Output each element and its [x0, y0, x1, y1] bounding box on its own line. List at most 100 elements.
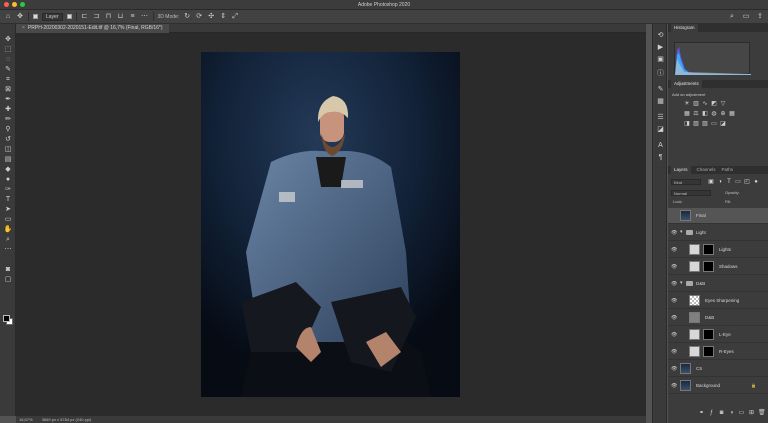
eye-icon[interactable]: 👁 — [671, 281, 677, 287]
path-selection-tool-icon[interactable]: ➤ — [3, 206, 13, 214]
history-panel-icon[interactable]: ⟲ — [656, 32, 665, 40]
layer-row[interactable]: 👁 Background 🔒 — [668, 378, 768, 394]
healing-brush-tool-icon[interactable]: ✚ — [3, 106, 13, 114]
character-panel-icon[interactable]: A — [656, 142, 665, 150]
align-top-icon[interactable]: ⊔ — [117, 13, 125, 21]
move-tool-icon[interactable]: ✥ — [16, 13, 24, 21]
layer-name[interactable]: Eyes Sharpening — [705, 298, 739, 303]
delete-layer-icon[interactable]: 🗑 — [758, 410, 766, 417]
lasso-tool-icon[interactable]: ◌ — [3, 56, 13, 64]
tab-layers[interactable]: Layers — [671, 166, 691, 174]
align-left-icon[interactable]: ⊏ — [81, 13, 89, 21]
history-brush-tool-icon[interactable]: ↺ — [3, 136, 13, 144]
crop-tool-icon[interactable]: ⌗ — [3, 76, 13, 84]
lock-controls[interactable]: Lock: — [671, 199, 721, 205]
gradient-tool-icon[interactable]: ▤ — [3, 156, 13, 164]
eyedropper-tool-icon[interactable]: ✒ — [3, 96, 13, 104]
layer-name[interactable]: D&B — [696, 281, 705, 286]
styles-panel-icon[interactable]: ◪ — [656, 126, 665, 134]
eye-icon[interactable]: 👁 — [671, 349, 677, 355]
adjustment-thumbnail[interactable] — [689, 261, 700, 272]
layer-row[interactable]: 👁 Lights — [668, 242, 768, 258]
filter-shape-icon[interactable]: ▭ — [735, 179, 741, 185]
paragraph-panel-icon[interactable]: ¶ — [656, 154, 665, 162]
brush-settings-icon[interactable]: ✎ — [656, 86, 665, 94]
pen-tool-icon[interactable]: ✑ — [3, 186, 13, 194]
fill-control[interactable]: Fill: — [723, 199, 765, 205]
libraries-panel-icon[interactable]: ▣ — [656, 56, 665, 64]
filter-type-icon[interactable]: T — [726, 179, 732, 185]
close-tab-icon[interactable]: × — [22, 25, 25, 31]
home-icon[interactable]: ⌂ — [4, 13, 12, 21]
layer-style-icon[interactable]: ƒ — [708, 410, 715, 417]
layer-thumbnail[interactable] — [689, 295, 700, 306]
layer-thumbnail[interactable] — [680, 380, 691, 391]
black-white-icon[interactable]: ◧ — [702, 111, 708, 117]
curves-icon[interactable]: ∿ — [702, 101, 708, 107]
mask-thumbnail[interactable] — [703, 261, 714, 272]
photo-filter-icon[interactable]: ◍ — [711, 111, 717, 117]
zoom-level[interactable]: 16,67% — [19, 417, 33, 422]
new-group-icon[interactable]: ▭ — [738, 410, 745, 417]
color-lookup-icon[interactable]: ▦ — [729, 111, 735, 117]
canvas-area[interactable] — [16, 33, 646, 416]
3d-pan-icon[interactable]: ✣ — [207, 13, 215, 21]
tab-paths[interactable]: Paths — [722, 166, 734, 174]
eye-icon[interactable]: 👁 — [671, 315, 677, 321]
type-tool-icon[interactable]: T — [3, 196, 13, 204]
eye-icon[interactable]: 👁 — [671, 332, 677, 338]
quick-mask-icon[interactable]: ◙ — [3, 266, 13, 274]
layer-thumbnail[interactable] — [680, 210, 691, 221]
3d-scale-icon[interactable]: ⤢ — [231, 13, 239, 21]
layer-name[interactable]: Lights — [719, 247, 731, 252]
layer-row[interactable]: 👁 R-Eyes — [668, 344, 768, 360]
posterize-icon[interactable]: ▧ — [693, 121, 699, 127]
eye-icon[interactable]: 👁 — [671, 383, 677, 389]
3d-roll-icon[interactable]: ⟳ — [195, 13, 203, 21]
group-expand-icon[interactable]: ▾ — [680, 280, 683, 286]
layer-name[interactable]: Light — [696, 230, 706, 235]
3d-rotate-icon[interactable]: ↻ — [183, 13, 191, 21]
actions-panel-icon[interactable]: ▶ — [656, 44, 665, 52]
eye-icon[interactable]: 👁 — [671, 366, 677, 372]
link-layers-icon[interactable]: ⚭ — [698, 410, 705, 417]
channel-mixer-icon[interactable]: ⊕ — [720, 111, 726, 117]
threshold-icon[interactable]: ▨ — [702, 121, 708, 127]
eye-icon[interactable]: 👁 — [671, 298, 677, 304]
blur-tool-icon[interactable]: ◆ — [3, 166, 13, 174]
eye-icon[interactable]: 👁 — [671, 230, 677, 236]
show-transform-checkbox[interactable] — [66, 14, 72, 19]
layer-row[interactable]: 👁 Shadows — [668, 259, 768, 275]
layer-row[interactable]: 👁 ▾ Light — [668, 225, 768, 241]
tab-histogram[interactable]: Histogram — [671, 24, 698, 32]
align-middle-icon[interactable]: ≡ — [129, 13, 137, 21]
layer-name[interactable]: CS — [696, 366, 702, 371]
brightness-contrast-icon[interactable]: ☀ — [684, 101, 690, 107]
add-mask-icon[interactable]: ◙ — [718, 410, 725, 417]
auto-select-checkbox[interactable] — [33, 14, 38, 19]
filter-adjustment-icon[interactable]: ◑ — [717, 179, 723, 185]
tab-adjustments[interactable]: Adjustments — [671, 80, 702, 88]
layer-row[interactable]: 👁 Eyes Sharpening — [668, 293, 768, 309]
layer-thumbnail[interactable] — [680, 363, 691, 374]
levels-icon[interactable]: ▥ — [693, 101, 699, 107]
layer-thumbnail[interactable] — [689, 312, 700, 323]
foreground-color-swatch[interactable] — [3, 315, 10, 322]
layer-row[interactable]: 👁 CS — [668, 361, 768, 377]
eye-icon[interactable]: 👁 — [671, 264, 677, 270]
quick-select-tool-icon[interactable]: ✎ — [3, 66, 13, 74]
search-icon[interactable]: ⌕ — [728, 13, 736, 21]
clone-stamp-tool-icon[interactable]: ⚲ — [3, 126, 13, 134]
mask-thumbnail[interactable] — [703, 346, 714, 357]
gradient-map-icon[interactable]: ▭ — [711, 121, 717, 127]
layer-name[interactable]: Final — [696, 213, 706, 218]
info-panel-icon[interactable]: ⓘ — [656, 70, 665, 78]
swatches-panel-icon[interactable]: ▦ — [656, 98, 665, 106]
hand-tool-icon[interactable]: ✋ — [3, 226, 13, 234]
marquee-tool-icon[interactable]: ⬚ — [3, 46, 13, 54]
tab-channels[interactable]: Channels — [697, 166, 716, 174]
align-right-icon[interactable]: ⊓ — [105, 13, 113, 21]
filter-pixel-icon[interactable]: ▣ — [708, 179, 714, 185]
vibrance-icon[interactable]: ▽ — [720, 101, 726, 107]
auto-select-dropdown[interactable]: Layer — [42, 12, 63, 21]
